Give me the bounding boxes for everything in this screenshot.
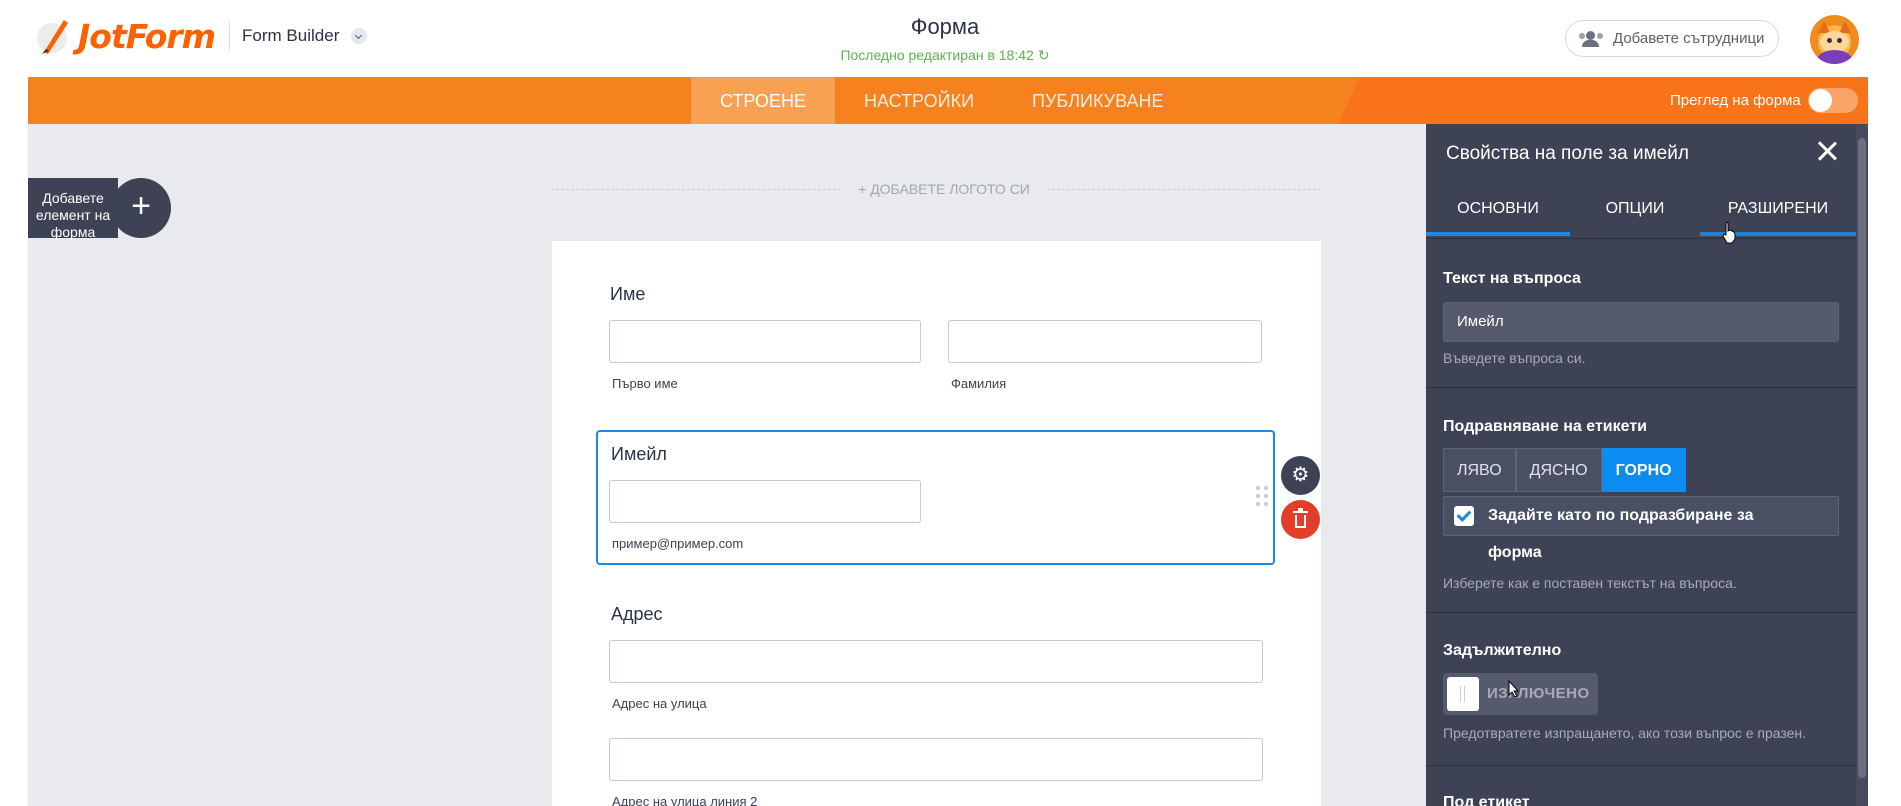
question-text-title: Текст на въпроса bbox=[1443, 270, 1581, 287]
active-tab-indicator bbox=[1426, 232, 1570, 236]
tab-build[interactable]: СТРОЕНЕ bbox=[691, 77, 836, 124]
label-alignment-group: ЛЯВО ДЯСНО ГОРНО bbox=[1443, 448, 1686, 492]
divider bbox=[1426, 612, 1856, 613]
properties-panel: Свойства на поле за имейл ОСНОВНИ ОПЦИИ … bbox=[1426, 124, 1856, 806]
required-title: Задължително bbox=[1443, 642, 1562, 659]
add-form-element-button[interactable]: Добавете елемент на форма + bbox=[28, 178, 171, 240]
add-collaborators-button[interactable]: Добавете сътрудници bbox=[1565, 20, 1779, 57]
toggle-knob bbox=[1447, 677, 1479, 711]
align-left-button[interactable]: ЛЯВО bbox=[1443, 448, 1516, 492]
first-name-sublabel: Първо име bbox=[612, 376, 678, 391]
first-name-input[interactable] bbox=[609, 320, 921, 363]
gear-icon[interactable]: ⚙ bbox=[1281, 456, 1320, 495]
question-text-help: Въведете въпроса си. bbox=[1443, 350, 1586, 366]
preview-form-toggle[interactable] bbox=[1808, 88, 1858, 113]
required-help: Предотвратете изпращането, ако този въпр… bbox=[1443, 725, 1807, 741]
add-logo-link[interactable]: + ДОБАВЕТЕ ЛОГОТО СИ bbox=[551, 180, 1321, 200]
label-alignment-title: Подравняване на етикети bbox=[1443, 418, 1647, 435]
question-text-input[interactable]: Имейл bbox=[1443, 302, 1839, 342]
panel-scrollbar[interactable] bbox=[1856, 124, 1868, 806]
users-icon bbox=[1579, 30, 1603, 47]
set-default-label: Задайте като по подразбиране за форма bbox=[1488, 507, 1754, 561]
refresh-icon[interactable]: ↻ bbox=[1038, 47, 1050, 64]
builder-navbar: СТРОЕНЕ НАСТРОЙКИ ПУБЛИКУВАНЕ Преглед на… bbox=[28, 77, 1868, 124]
name-field-label[interactable]: Име bbox=[610, 284, 645, 305]
street-address-line2-sublabel: Адрес на улица линия 2 bbox=[612, 794, 758, 806]
street-address-sublabel: Адрес на улица bbox=[612, 696, 707, 711]
tab-publish[interactable]: ПУБЛИКУВАНЕ bbox=[1003, 77, 1192, 124]
hand-cursor-icon bbox=[1722, 222, 1736, 244]
align-right-button[interactable]: ДЯСНО bbox=[1515, 448, 1602, 492]
email-input[interactable] bbox=[609, 480, 921, 523]
last-name-input[interactable] bbox=[948, 320, 1262, 363]
panel-tabs: ОСНОВНИ ОПЦИИ РАЗШИРЕНИ bbox=[1426, 179, 1856, 239]
street-address-input[interactable] bbox=[609, 640, 1263, 683]
add-collaborators-label: Добавете сътрудници bbox=[1613, 30, 1765, 47]
tab-basic[interactable]: ОСНОВНИ bbox=[1426, 179, 1570, 239]
required-state: ИЗКЛЮЧЕНО bbox=[1487, 685, 1590, 702]
tab-advanced-label: РАЗШИРЕНИ bbox=[1727, 200, 1829, 217]
address-field-label[interactable]: Адрес bbox=[611, 604, 663, 625]
tab-basic-label: ОСНОВНИ bbox=[1457, 200, 1539, 217]
last-name-sublabel: Фамилия bbox=[951, 376, 1007, 391]
drag-handle-icon[interactable] bbox=[1256, 486, 1270, 512]
align-top-button[interactable]: ГОРНО bbox=[1601, 448, 1686, 492]
panel-title: Свойства на поле за имейл bbox=[1446, 143, 1689, 164]
app-window: JotForm Form Builder Форма Последно реда… bbox=[0, 0, 1901, 806]
close-icon[interactable] bbox=[1814, 138, 1840, 164]
email-sublabel: пример@пример.com bbox=[612, 536, 744, 551]
toggle-knob bbox=[1809, 89, 1832, 112]
divider bbox=[1426, 765, 1856, 766]
builder-tabs: СТРОЕНЕ НАСТРОЙКИ ПУБЛИКУВАНЕ bbox=[691, 77, 1193, 124]
tab-settings[interactable]: НАСТРОЙКИ bbox=[835, 77, 1003, 124]
plus-icon[interactable]: + bbox=[111, 178, 171, 238]
add-logo-label[interactable]: + ДОБАВЕТЕ ЛОГОТО СИ bbox=[851, 181, 1037, 197]
avatar[interactable] bbox=[1810, 15, 1859, 64]
panel-header: Свойства на поле за имейл bbox=[1426, 124, 1856, 179]
arrow-cursor-icon bbox=[1508, 680, 1520, 698]
preview-form-label: Преглед на форма bbox=[1670, 92, 1801, 109]
scrollbar-thumb[interactable] bbox=[1858, 138, 1866, 778]
label-alignment-help: Изберете как е поставен текстът на въпро… bbox=[1443, 575, 1737, 591]
sublabel-title: Под етикет bbox=[1443, 794, 1530, 806]
checkbox-checked-icon[interactable] bbox=[1454, 506, 1474, 526]
divider bbox=[1426, 387, 1856, 388]
trash-icon[interactable] bbox=[1281, 500, 1320, 539]
last-edited-text: Последно редактиран в 18:42 bbox=[840, 47, 1034, 63]
email-field-label[interactable]: Имейл bbox=[611, 444, 667, 465]
tab-options[interactable]: ОПЦИИ bbox=[1570, 179, 1700, 239]
top-header: JotForm Form Builder Форма Последно реда… bbox=[0, 0, 1868, 77]
street-address-line2-input[interactable] bbox=[609, 738, 1263, 781]
required-toggle[interactable]: ИЗКЛЮЧЕНО bbox=[1443, 673, 1598, 715]
add-form-element-label: Добавете елемент на форма bbox=[35, 190, 111, 240]
